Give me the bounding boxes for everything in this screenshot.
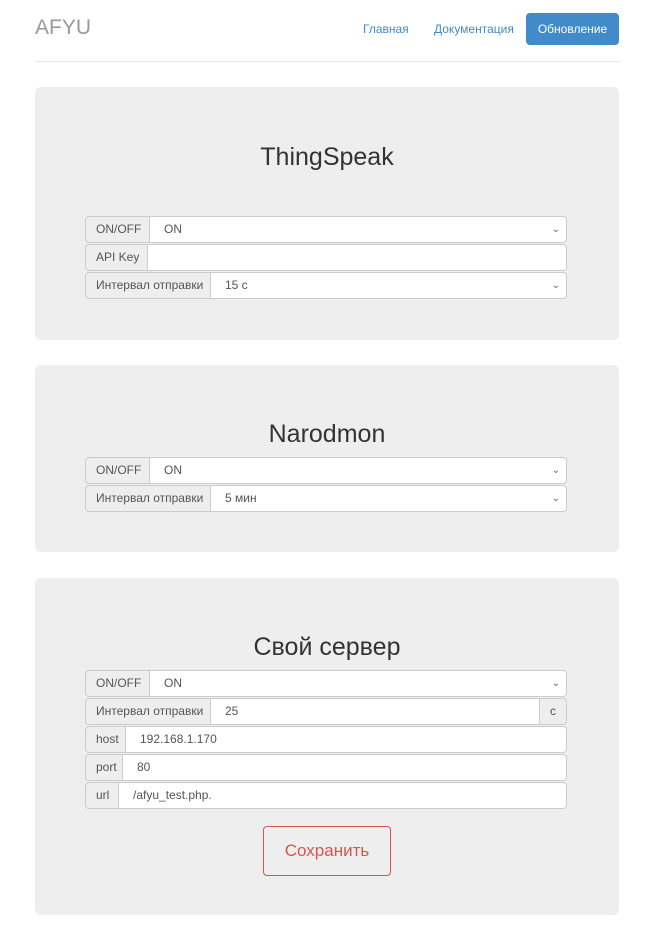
onoff-label: ON/OFF [85,457,150,484]
chevron-down-icon: ⌄ [551,465,560,476]
onoff-label: ON/OFF [85,670,150,697]
thingspeak-interval-row: Интервал отправки 15 с ⌄ [85,272,567,299]
url-label: url [85,782,119,809]
server-host-input[interactable]: 192.168.1.170 [126,726,567,753]
server-interval-row: Интервал отправки 25 с [85,698,567,725]
nav-docs[interactable]: Документация [434,13,514,45]
divider [35,61,619,62]
nav-home[interactable]: Главная [363,13,409,45]
server-port-input[interactable]: 80 [123,754,567,781]
server-url-row: url /afyu_test.php. [85,782,567,809]
server-url-input[interactable]: /afyu_test.php. [119,782,567,809]
thingspeak-apikey-input[interactable] [148,244,567,271]
thingspeak-interval-select[interactable]: 15 с ⌄ [211,272,567,299]
interval-label: Интервал отправки [85,272,211,299]
server-host-row: host 192.168.1.170 [85,726,567,753]
brand-logo[interactable]: AFYU [35,16,91,40]
select-value: ON [164,676,182,690]
host-label: host [85,726,126,753]
narodmon-interval-select[interactable]: 5 мин ⌄ [211,485,567,512]
interval-suffix: с [540,698,567,725]
select-value: ON [164,222,182,236]
panel-title: Свой сервер [253,633,401,661]
server-panel: Свой сервер ON/OFF ON ⌄ Интервал отправки… [35,578,619,915]
narodmon-onoff-select[interactable]: ON ⌄ [150,457,567,484]
server-onoff-select[interactable]: ON ⌄ [150,670,567,697]
nav-update[interactable]: Обновление [526,13,619,45]
thingspeak-apikey-row: API Key [85,244,567,271]
save-button[interactable]: Сохранить [263,826,391,876]
server-onoff-row: ON/OFF ON ⌄ [85,670,567,697]
onoff-label: ON/OFF [85,216,150,243]
narodmon-interval-row: Интервал отправки 5 мин ⌄ [85,485,567,512]
panel-title: Narodmon [268,420,386,448]
select-value: 5 мин [225,491,257,505]
thingspeak-panel: ThingSpeak ON/OFF ON ⌄ API Key Интервал о… [35,87,619,340]
chevron-down-icon: ⌄ [551,678,560,689]
narodmon-panel: Narodmon ON/OFF ON ⌄ Интервал отправки 5 … [35,365,619,552]
thingspeak-onoff-row: ON/OFF ON ⌄ [85,216,567,243]
server-port-row: port 80 [85,754,567,781]
interval-label: Интервал отправки [85,698,211,725]
narodmon-onoff-row: ON/OFF ON ⌄ [85,457,567,484]
chevron-down-icon: ⌄ [551,224,560,235]
interval-label: Интервал отправки [85,485,211,512]
chevron-down-icon: ⌄ [551,280,560,291]
chevron-down-icon: ⌄ [551,493,560,504]
select-value: 15 с [225,278,248,292]
server-interval-input[interactable]: 25 [211,698,540,725]
panel-title: ThingSpeak [260,143,394,171]
select-value: ON [164,463,182,477]
apikey-label: API Key [85,244,148,271]
thingspeak-onoff-select[interactable]: ON ⌄ [150,216,567,243]
port-label: port [85,754,123,781]
